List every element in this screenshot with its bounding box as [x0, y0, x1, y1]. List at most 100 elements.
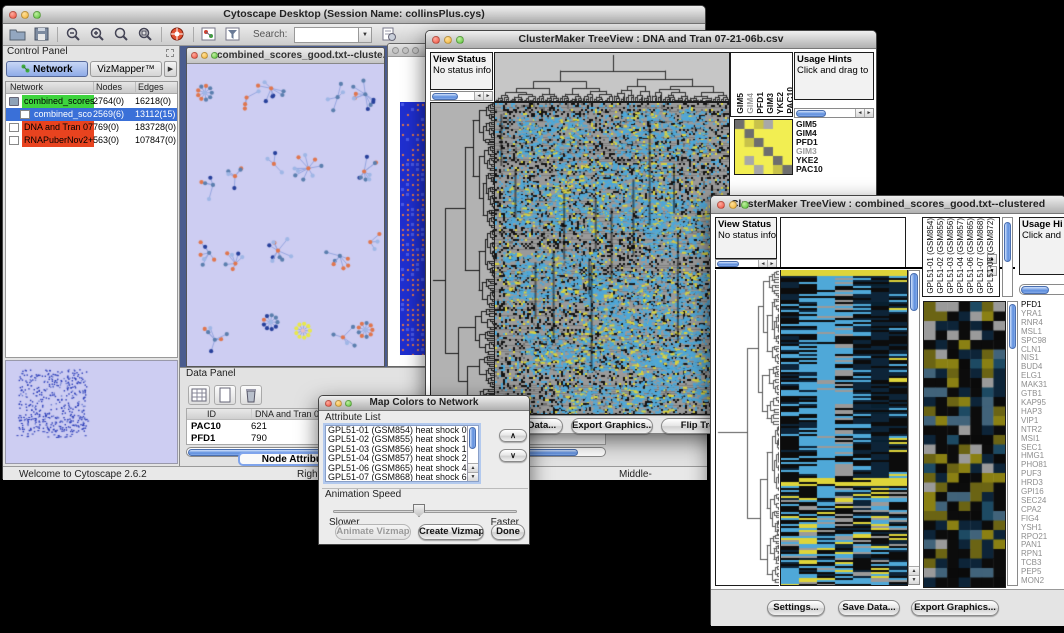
zoom-button[interactable]: [211, 52, 218, 59]
gene-label[interactable]: PAC10: [796, 165, 842, 174]
attribute-item[interactable]: GPL51-07 (GSM868) heat shock 60 min: [326, 473, 478, 482]
open-session-icon[interactable]: [9, 26, 31, 44]
tab-network[interactable]: Network: [6, 61, 88, 77]
new-attribute-icon[interactable]: [214, 385, 236, 405]
network-frame-titlebar[interactable]: combined_scores_good.txt--cluste...: [187, 48, 384, 64]
minimize-button[interactable]: [729, 201, 737, 209]
tab-overflow-button[interactable]: ▶: [164, 61, 177, 77]
list-vscrollbar[interactable]: ▲ ▼: [467, 426, 478, 481]
delete-attribute-trash-icon[interactable]: [240, 385, 262, 405]
tab-vizmapper[interactable]: VizMapper™: [90, 61, 162, 77]
zoom-button[interactable]: [741, 201, 749, 209]
zoom-heatmap-canvas[interactable]: [734, 119, 793, 175]
scroll-left-icon[interactable]: ◄: [758, 260, 767, 267]
column-header-nodes[interactable]: Nodes: [93, 82, 122, 92]
main-titlebar[interactable]: Cytoscape Desktop (Session Name: collins…: [3, 6, 705, 24]
zoom-in-icon[interactable]: [88, 26, 110, 44]
minimize-button[interactable]: [201, 52, 208, 59]
network-canvas[interactable]: [187, 64, 384, 366]
global-heatmap-canvas[interactable]: [494, 102, 730, 415]
zoom-fit-icon[interactable]: [136, 26, 158, 44]
slider-thumb[interactable]: [413, 504, 425, 517]
vscroll-thumb[interactable]: [910, 273, 918, 311]
zoom-vscrollbar[interactable]: [1007, 301, 1018, 586]
close-button[interactable]: [325, 400, 332, 407]
minimize-button[interactable]: [21, 11, 29, 19]
zoom-button[interactable]: [345, 400, 352, 407]
global-heatmap-canvas[interactable]: [780, 270, 908, 586]
treeview-combined-titlebar[interactable]: ClusterMaker TreeView : combined_scores_…: [711, 196, 1064, 214]
minimize-button[interactable]: [444, 36, 452, 44]
filter-icon[interactable]: [224, 26, 246, 44]
animation-speed-slider-track[interactable]: [333, 510, 517, 513]
treeview-dna-titlebar[interactable]: ClusterMaker TreeView : DNA and Tran 07-…: [426, 31, 876, 49]
vizmap-icon[interactable]: [200, 26, 222, 44]
scroll-right-icon[interactable]: ►: [864, 109, 873, 117]
zoom-selected-icon[interactable]: [112, 26, 134, 44]
vscroll-thumb[interactable]: [1009, 304, 1016, 349]
export-graphics-button[interactable]: Export Graphics...: [911, 600, 999, 616]
row-dendrogram-canvas[interactable]: [715, 270, 779, 586]
hscroll-thumb[interactable]: [1021, 286, 1049, 294]
network-list-row[interactable]: DNA and Tran 07769(0)183728(0): [6, 121, 177, 134]
column-header-network[interactable]: Network: [10, 82, 43, 92]
create-vizmap-button[interactable]: Create Vizmap: [418, 524, 484, 540]
network-list-row[interactable]: RNAPuberNov2+563(0)107847(0): [6, 134, 177, 147]
search-dropdown-arrow-icon[interactable]: ▼: [358, 28, 371, 42]
gene-label[interactable]: MON2: [1021, 577, 1064, 586]
scroll-down-icon[interactable]: ▼: [468, 472, 478, 481]
import-annotation-icon[interactable]: [380, 26, 402, 44]
search-input[interactable]: ▼: [294, 27, 372, 43]
zoom-out-icon[interactable]: [64, 26, 86, 44]
column-header-edges[interactable]: Edges: [135, 82, 164, 92]
move-up-button[interactable]: ∧: [499, 429, 527, 442]
zoom-button[interactable]: [33, 11, 41, 19]
usage-hints-hscrollbar[interactable]: [1019, 284, 1064, 295]
birdseye-view-panel[interactable]: [5, 360, 178, 464]
export-graphics-button[interactable]: Export Graphics...: [571, 418, 653, 434]
close-button[interactable]: [9, 11, 17, 19]
zoom-button[interactable]: [456, 36, 464, 44]
float-panel-icon[interactable]: [166, 49, 174, 57]
view-status-text: No status info f: [431, 65, 492, 76]
close-button[interactable]: [392, 47, 399, 54]
row-dendrogram-canvas[interactable]: [430, 102, 495, 415]
scroll-right-icon[interactable]: ►: [767, 260, 776, 267]
close-button[interactable]: [432, 36, 440, 44]
vscroll-thumb[interactable]: [469, 427, 476, 449]
network-view-frame[interactable]: combined_scores_good.txt--cluste...: [186, 47, 385, 367]
scroll-down-icon[interactable]: ▼: [909, 575, 919, 584]
scroll-right-icon[interactable]: ►: [483, 92, 492, 100]
close-button[interactable]: [191, 52, 198, 59]
view-status-hscrollbar[interactable]: ◄ ►: [430, 91, 493, 101]
done-button[interactable]: Done: [491, 524, 525, 540]
scroll-up-icon[interactable]: ▲: [468, 463, 478, 472]
close-button[interactable]: [717, 201, 725, 209]
vscroll-thumb[interactable]: [1004, 222, 1011, 262]
heatmap-vscrollbar[interactable]: ▲ ▼: [908, 270, 920, 585]
attribute-listbox[interactable]: GPL51-01 (GSM854) heat shock 05 minGPL51…: [325, 425, 479, 482]
zoom-button[interactable]: [412, 47, 419, 54]
scroll-left-icon[interactable]: ◄: [474, 92, 483, 100]
settings-button[interactable]: Settings...: [767, 600, 825, 616]
save-data-button[interactable]: Save Data...: [838, 600, 900, 616]
labels-vscrollbar[interactable]: [1002, 217, 1013, 297]
column-dendrogram-canvas[interactable]: [494, 52, 730, 102]
network-list-row[interactable]: combined_scores2764(0)16218(0): [6, 95, 177, 108]
birdseye-canvas[interactable]: [6, 361, 177, 463]
network-list-row[interactable]: combined_sco2569(6)13112(15): [6, 108, 177, 121]
column-header-id[interactable]: ID: [207, 409, 216, 419]
hscroll-thumb[interactable]: [796, 110, 826, 117]
minimize-button[interactable]: [335, 400, 342, 407]
save-session-icon[interactable]: [33, 26, 55, 44]
select-attributes-icon[interactable]: [188, 385, 210, 405]
usage-hints-hscrollbar[interactable]: ◄ ►: [794, 108, 874, 118]
help-lifering-icon[interactable]: [168, 26, 190, 44]
move-down-button[interactable]: ∨: [499, 449, 527, 462]
hscroll-thumb[interactable]: [432, 93, 458, 100]
zoom-heatmap-canvas[interactable]: [923, 301, 1006, 588]
scroll-up-icon[interactable]: ▲: [909, 566, 919, 575]
animate-vizmap-button[interactable]: Animate Vizmap: [335, 524, 411, 540]
minimize-button[interactable]: [402, 47, 409, 54]
scroll-left-icon[interactable]: ◄: [855, 109, 864, 117]
